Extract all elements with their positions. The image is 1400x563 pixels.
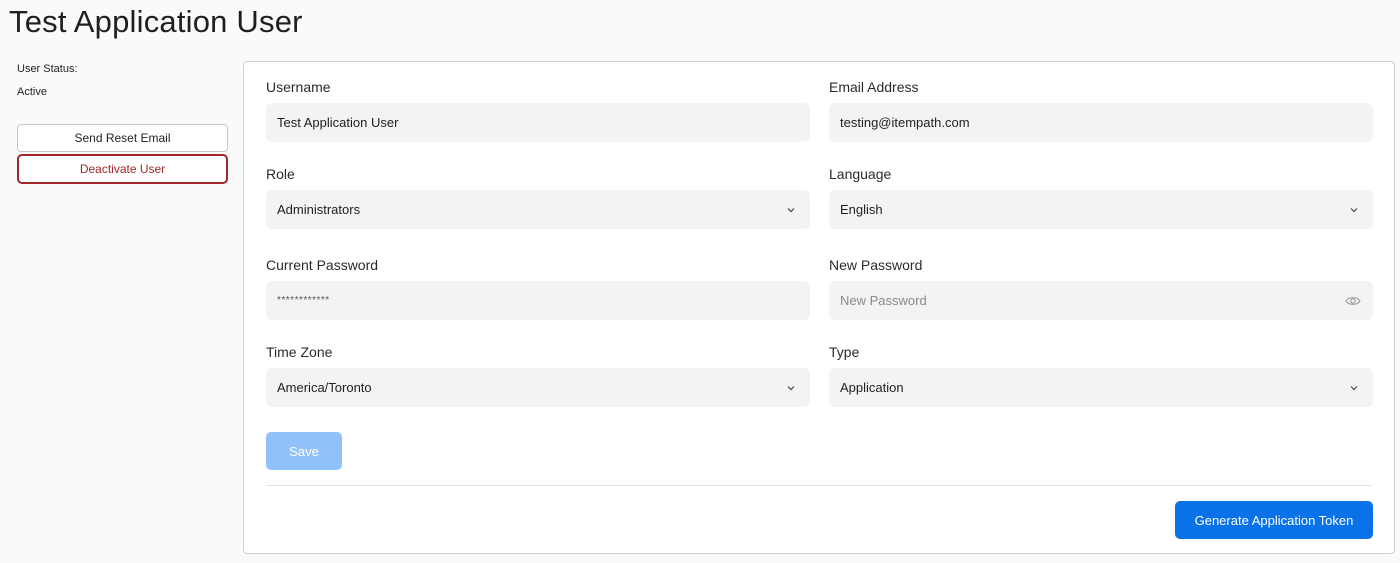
type-field: Type Application	[829, 343, 1373, 407]
chevron-down-icon	[1350, 207, 1358, 212]
new-password-label: New Password	[829, 257, 923, 273]
save-button[interactable]: Save	[266, 432, 342, 470]
language-value: English	[840, 202, 883, 217]
role-field: Role Administrators	[266, 165, 810, 229]
role-value: Administrators	[277, 202, 361, 217]
language-label: Language	[829, 166, 892, 182]
role-label: Role	[266, 166, 295, 182]
current-password-input: ************	[266, 281, 810, 320]
generate-application-token-button[interactable]: Generate Application Token	[1175, 501, 1373, 539]
username-label: Username	[266, 79, 331, 95]
current-password-label: Current Password	[266, 257, 379, 273]
time-zone-value: America/Toronto	[277, 380, 372, 395]
email-value: testing@itempath.com	[840, 115, 970, 130]
eye-icon[interactable]	[1345, 295, 1361, 307]
type-label: Type	[829, 344, 860, 360]
new-password-field: New Password New Password	[829, 256, 1373, 320]
current-password-value: ************	[277, 295, 330, 306]
new-password-placeholder: New Password	[840, 293, 927, 308]
chevron-down-icon	[787, 207, 795, 212]
user-status-sidebar: User Status: Active Send Reset Email Dea…	[17, 62, 228, 184]
current-password-field: Current Password ************	[266, 256, 810, 320]
new-password-input[interactable]: New Password	[829, 281, 1373, 320]
deactivate-user-button[interactable]: Deactivate User	[17, 154, 228, 184]
username-input[interactable]: Test Application User	[266, 103, 810, 142]
email-input[interactable]: testing@itempath.com	[829, 103, 1373, 142]
user-status-value: Active	[17, 86, 47, 98]
language-field: Language English	[829, 165, 1373, 229]
chevron-down-icon	[787, 385, 795, 390]
chevron-down-icon	[1350, 385, 1358, 390]
language-select[interactable]: English	[829, 190, 1373, 229]
time-zone-select[interactable]: America/Toronto	[266, 368, 810, 407]
type-select[interactable]: Application	[829, 368, 1373, 407]
username-field: Username Test Application User	[266, 78, 810, 142]
email-label: Email Address	[829, 79, 919, 95]
time-zone-field: Time Zone America/Toronto	[266, 343, 810, 407]
email-field: Email Address testing@itempath.com	[829, 78, 1373, 142]
user-form-panel: Username Test Application User Email Add…	[243, 61, 1395, 554]
user-status-label: User Status:	[17, 63, 78, 75]
role-select[interactable]: Administrators	[266, 190, 810, 229]
send-reset-email-button[interactable]: Send Reset Email	[17, 124, 228, 152]
time-zone-label: Time Zone	[266, 344, 333, 360]
type-value: Application	[840, 380, 904, 395]
username-value: Test Application User	[277, 115, 399, 130]
page-title: Test Application User	[9, 4, 303, 39]
divider	[266, 485, 1372, 486]
